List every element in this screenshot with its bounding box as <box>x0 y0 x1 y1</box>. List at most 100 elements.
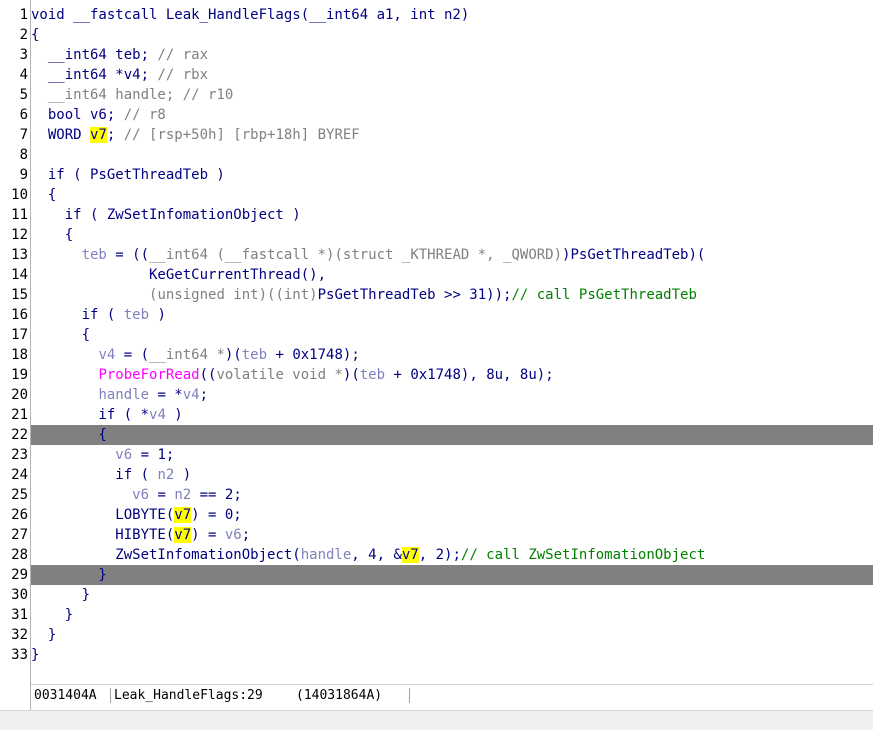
line-number: 15 <box>11 287 28 303</box>
code-token: (( <box>199 367 217 383</box>
code-token: = <box>149 487 175 503</box>
line-number: 23 <box>11 447 28 463</box>
code-token: + 0x1748), 8u, 8u); <box>385 367 554 383</box>
line-number: 17 <box>11 327 28 343</box>
code-token: HIBYTE( <box>31 527 175 543</box>
code-line[interactable] <box>31 145 873 165</box>
pseudocode-view[interactable]: 1 2 3 4 5 6 7 8 9 10 11 12 13 14 15 16 17 18 19 20 21 22 23 24 2… <box>0 0 873 710</box>
code-line[interactable]: void __fastcall Leak_HandleFlags(__int64… <box>31 5 873 25</box>
highlighted-variable-token: v7 <box>174 507 192 523</box>
code-line[interactable]: if ( teb ) <box>31 305 873 325</box>
line-number: 31 <box>11 607 28 623</box>
code-line[interactable]: WORD v7; // [rsp+50h] [rbp+18h] BYREF <box>31 125 873 145</box>
code-line[interactable]: LOBYTE(v7) = 0; <box>31 505 873 525</box>
code-token: if ( ZwSetInfomationObject ) <box>31 207 301 223</box>
code-line-current[interactable]: { <box>31 425 873 445</box>
bottom-panel-edge <box>0 710 873 730</box>
line-number: 33 <box>11 647 28 663</box>
code-line[interactable]: __int64 *v4; // rbx <box>31 65 873 85</box>
code-line[interactable]: ProbeForRead((volatile void *)(teb + 0x1… <box>31 365 873 385</box>
variable-token: teb <box>81 247 107 263</box>
code-token: KeGetCurrentThread(), <box>31 267 327 283</box>
code-line[interactable]: KeGetCurrentThread(), <box>31 265 873 285</box>
code-line-current[interactable]: } <box>31 565 873 585</box>
code-token: { <box>31 227 74 243</box>
line-number: 14 <box>11 267 28 283</box>
code-token: ; <box>241 527 251 543</box>
code-line[interactable]: } <box>31 625 873 645</box>
code-token: = ( <box>115 347 150 363</box>
code-line[interactable]: __int64 handle; // r10 <box>31 85 873 105</box>
code-area[interactable]: void __fastcall Leak_HandleFlags(__int64… <box>31 5 873 665</box>
variable-token: v4 <box>98 347 116 363</box>
comment-token: // call PsGetThreadTeb <box>511 287 697 303</box>
code-line[interactable]: } <box>31 605 873 625</box>
code-token: )( <box>224 347 242 363</box>
type-token: // [rsp+50h] [rbp+18h] BYREF <box>123 127 360 143</box>
highlighted-variable-token: v7 <box>174 527 192 543</box>
code-token: if ( * <box>31 407 150 423</box>
line-number: 3 <box>19 47 28 63</box>
line-number: 22 <box>11 427 28 443</box>
code-line[interactable]: handle = *v4; <box>31 385 873 405</box>
code-line[interactable]: (unsigned int)((int)PsGetThreadTeb >> 31… <box>31 285 873 305</box>
variable-token: v6 <box>115 447 133 463</box>
code-line[interactable]: { <box>31 25 873 45</box>
code-line[interactable]: { <box>31 225 873 245</box>
type-token: __int64 * <box>149 347 225 363</box>
line-number: 24 <box>11 467 28 483</box>
code-token: WORD <box>31 127 91 143</box>
variable-token: v4 <box>149 407 166 423</box>
highlighted-variable-token: v7 <box>401 547 419 563</box>
code-token: )PsGetThreadTeb)( <box>562 247 706 263</box>
code-token: ) <box>174 467 192 483</box>
code-line[interactable]: v6 = 1; <box>31 445 873 465</box>
code-token: } <box>31 607 74 623</box>
code-line[interactable]: __int64 teb; // rax <box>31 45 873 65</box>
line-number: 26 <box>11 507 28 523</box>
line-number: 30 <box>11 587 28 603</box>
code-token: ; <box>106 127 124 143</box>
code-line[interactable]: v6 = n2 == 2; <box>31 485 873 505</box>
code-line[interactable]: { <box>31 325 873 345</box>
line-number: 10 <box>11 187 28 203</box>
code-token: if ( PsGetThreadTeb ) <box>31 167 225 183</box>
type-token: // r10 <box>182 87 234 103</box>
code-line[interactable]: bool v6; // r8 <box>31 105 873 125</box>
import-call-token: ProbeForRead <box>98 367 200 383</box>
code-line[interactable]: if ( ZwSetInfomationObject ) <box>31 205 873 225</box>
variable-token: v6 <box>132 487 150 503</box>
code-line[interactable]: if ( n2 ) <box>31 465 873 485</box>
variable-token: n2 <box>157 467 175 483</box>
status-address: 0031404A <box>34 688 97 703</box>
code-line[interactable]: HIBYTE(v7) = v6; <box>31 525 873 545</box>
line-number: 8 <box>19 147 28 163</box>
code-token: void __fastcall Leak_HandleFlags(__int64… <box>31 7 470 23</box>
code-token: = 1; <box>132 447 175 463</box>
code-token: ) <box>165 407 183 423</box>
line-number: 4 <box>19 67 28 83</box>
code-line[interactable]: ZwSetInfomationObject(handle, 4, &v7, 2)… <box>31 545 873 565</box>
code-line[interactable]: } <box>31 585 873 605</box>
variable-token: handle <box>98 387 150 403</box>
variable-token: handle <box>300 547 352 563</box>
code-line[interactable]: { <box>31 185 873 205</box>
status-effective-address: (14031864A) <box>296 688 383 703</box>
code-line[interactable]: if ( *v4 ) <box>31 405 873 425</box>
code-token: PsGetThreadTeb >> 31)); <box>317 287 512 303</box>
code-line[interactable]: v4 = (__int64 *)(teb + 0x1748); <box>31 345 873 365</box>
code-token: __int64 *v4; <box>31 67 158 83</box>
line-number: 18 <box>11 347 28 363</box>
code-line[interactable]: if ( PsGetThreadTeb ) <box>31 165 873 185</box>
code-token: { <box>31 427 107 443</box>
code-line[interactable]: } <box>31 645 873 665</box>
code-line[interactable]: teb = ((__int64 (__fastcall *)(struct _K… <box>31 245 873 265</box>
line-number: 29 <box>11 567 28 583</box>
code-token: bool v6; <box>31 107 124 123</box>
code-token: } <box>31 647 40 663</box>
